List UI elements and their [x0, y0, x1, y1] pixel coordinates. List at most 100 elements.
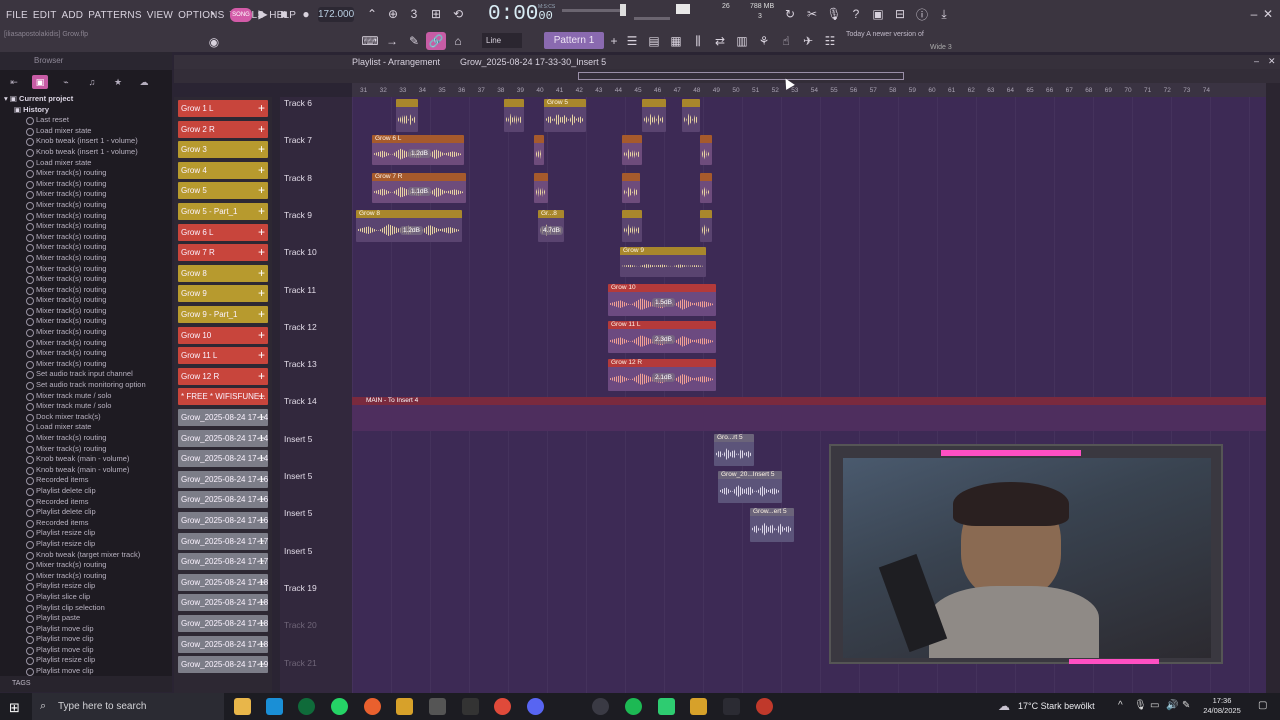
microphone-icon[interactable]: 🎙 [824, 5, 844, 23]
clip-source-button[interactable]: Grow 12 R [178, 367, 268, 385]
weather-text[interactable]: 17°C Stark bewölkt [1018, 701, 1095, 711]
taskbar-search[interactable]: ⌕ Type here to search [32, 693, 224, 720]
countdown-icon[interactable]: 3 [404, 5, 424, 23]
plugin-icon[interactable]: ⊟ [890, 5, 910, 23]
clip-grow8[interactable]: Grow 8 1.2dB [356, 210, 462, 242]
spotify-icon[interactable] [625, 698, 642, 715]
track-label[interactable]: Track 8 [284, 173, 312, 183]
clip-source-button[interactable]: Grow_2025-08-24 17-17... [178, 532, 268, 550]
master-pitch-slider[interactable] [634, 17, 670, 20]
close-window-icon[interactable]: ✕ [1258, 5, 1278, 23]
info-icon[interactable]: ⓘ [912, 5, 932, 23]
history-item[interactable]: Mixer track(s) routing [0, 359, 172, 370]
history-item[interactable]: Mixer track(s) routing [0, 200, 172, 211]
chrome-icon[interactable] [494, 698, 511, 715]
history-item[interactable]: Mixer track(s) routing [0, 179, 172, 190]
channel-rack-icon[interactable]: ▦ [666, 32, 686, 50]
history-item[interactable]: Playlist move clip [0, 634, 172, 645]
play-icon[interactable]: ▶ [253, 5, 273, 23]
network-icon[interactable]: ▭ [1150, 700, 1159, 711]
track-label[interactable]: Track 14 [284, 396, 317, 406]
routing-icon[interactable]: ⇄ [710, 32, 730, 50]
history-item[interactable]: Recorded items [0, 475, 172, 486]
file-explorer-icon[interactable] [234, 698, 251, 715]
clip[interactable] [396, 99, 418, 132]
app-icon[interactable] [429, 698, 446, 715]
history-item[interactable]: Load mixer state [0, 158, 172, 169]
clip-grow9[interactable]: Grow 9 [620, 247, 706, 277]
clip[interactable] [642, 99, 666, 132]
arrow-right-icon[interactable]: → [382, 32, 402, 50]
notification-icon[interactable]: ▢ [1258, 700, 1267, 711]
history-item[interactable]: Knob tweak (insert 1 - volume) [0, 136, 172, 147]
clip-source-button[interactable]: Grow 9 [178, 285, 268, 303]
history-item[interactable]: Playlist move clip [0, 645, 172, 656]
track-label[interactable]: Insert 5 [284, 508, 312, 518]
browser-toggle-icon[interactable]: ▥ [732, 32, 752, 50]
history-item[interactable]: Knob tweak (main - volume) [0, 454, 172, 465]
history-item[interactable]: Mixer track(s) routing [0, 211, 172, 222]
capture-icon[interactable]: ✈ [798, 32, 818, 50]
track-label[interactable]: Track 20 [284, 620, 317, 630]
playlist-vertical-scrollbar[interactable] [1266, 83, 1280, 693]
clip-source-button[interactable]: Grow_2025-08-24 17-16... [178, 491, 268, 509]
timeline-ruler[interactable]: 31 32 33 34 35 36 37 38 39 40 41 42 43 44 45 46 47 48 49 50… [352, 83, 1266, 97]
history-item[interactable]: Dock mixer track(s) [0, 412, 172, 423]
pencil-icon[interactable]: ✎ [404, 32, 424, 50]
history-item[interactable]: Knob tweak (main - volume) [0, 465, 172, 476]
clip-source-button[interactable]: Grow 10 [178, 326, 268, 344]
playlist-close-icon[interactable]: ✕ [1268, 56, 1276, 67]
history-item[interactable]: Last reset [0, 115, 172, 126]
master-knob-icon[interactable]: ◉ [204, 33, 224, 51]
tray-chevron-icon[interactable]: ^ [1118, 700, 1123, 711]
plugin-tab-icon[interactable]: ⌁ [58, 75, 74, 89]
clip-grow7r[interactable]: Grow 7 R 1.1dB [372, 173, 466, 203]
clip[interactable] [622, 173, 640, 203]
clip[interactable] [534, 173, 548, 203]
clip-source-button[interactable]: Grow 7 R [178, 244, 268, 262]
automation-clip-main[interactable]: MAIN - To Insert 4 [352, 397, 1266, 431]
app-green-icon[interactable] [658, 698, 675, 715]
clip-source-button[interactable]: Grow_2025-08-24 17-14... [178, 450, 268, 468]
stamp-icon[interactable]: ⌂ [448, 32, 468, 50]
clip[interactable] [700, 210, 712, 242]
cpu-meter-icon[interactable]: ◔ [202, 5, 222, 23]
playlist-overview-scrollbar[interactable] [578, 72, 904, 80]
history-item[interactable]: Mixer track(s) routing [0, 560, 172, 571]
clip-source-button[interactable]: Grow_2025-08-24 17-14... [178, 409, 268, 426]
firefox-icon[interactable] [364, 698, 381, 715]
track-label[interactable]: Track 11 [284, 285, 316, 295]
history-item[interactable]: Mixer track(s) routing [0, 253, 172, 264]
history-item[interactable]: Playlist delete clip [0, 486, 172, 497]
epic-games-icon[interactable] [462, 698, 479, 715]
track-label[interactable]: Track 12 [284, 322, 317, 332]
cut-icon[interactable]: ✂ [802, 5, 822, 23]
history-item[interactable]: Knob tweak (target mixer track) [0, 550, 172, 561]
loop-record-icon[interactable]: ⟲ [448, 5, 468, 23]
clip-source-button[interactable]: Grow 5 [178, 182, 268, 200]
clip[interactable] [700, 135, 712, 165]
history-item[interactable]: Mixer track(s) routing [0, 189, 172, 200]
history-item[interactable]: Playlist delete clip [0, 507, 172, 518]
track-label[interactable]: Insert 5 [284, 434, 312, 444]
clip-source-button[interactable]: Grow 11 L [178, 347, 268, 365]
cloud-tab-icon[interactable]: ☁ [136, 75, 152, 89]
history-item[interactable]: Playlist slice clip [0, 592, 172, 603]
history-item[interactable]: Mixer track(s) routing [0, 264, 172, 275]
keyboard-icon[interactable]: ⌨ [360, 32, 380, 50]
menu-item-file[interactable]: FILE [6, 10, 28, 21]
clip-source-button[interactable]: Grow_2025-08-24 17-18... [178, 594, 268, 612]
history-item[interactable]: Mixer track(s) routing [0, 295, 172, 306]
track-label[interactable]: Track 19 [284, 583, 317, 593]
clip-source-button[interactable]: Grow 8 [178, 264, 268, 282]
pen-icon[interactable]: ✎ [1182, 700, 1190, 711]
history-item[interactable]: Set audio track monitoring option [0, 380, 172, 391]
microphone-tray-icon[interactable]: 🎙 [1134, 700, 1147, 711]
clip-source-button[interactable]: Grow_2025-08-24 17-14... [178, 429, 268, 447]
tree-current-project[interactable]: ▾ ▣ Current project [0, 94, 172, 105]
edge-icon[interactable] [298, 698, 315, 715]
fl-studio-icon[interactable] [396, 698, 413, 715]
history-item[interactable]: Playlist resize clip [0, 581, 172, 592]
history-item[interactable]: Playlist move clip [0, 624, 172, 635]
track-label[interactable]: Track 13 [284, 359, 317, 369]
